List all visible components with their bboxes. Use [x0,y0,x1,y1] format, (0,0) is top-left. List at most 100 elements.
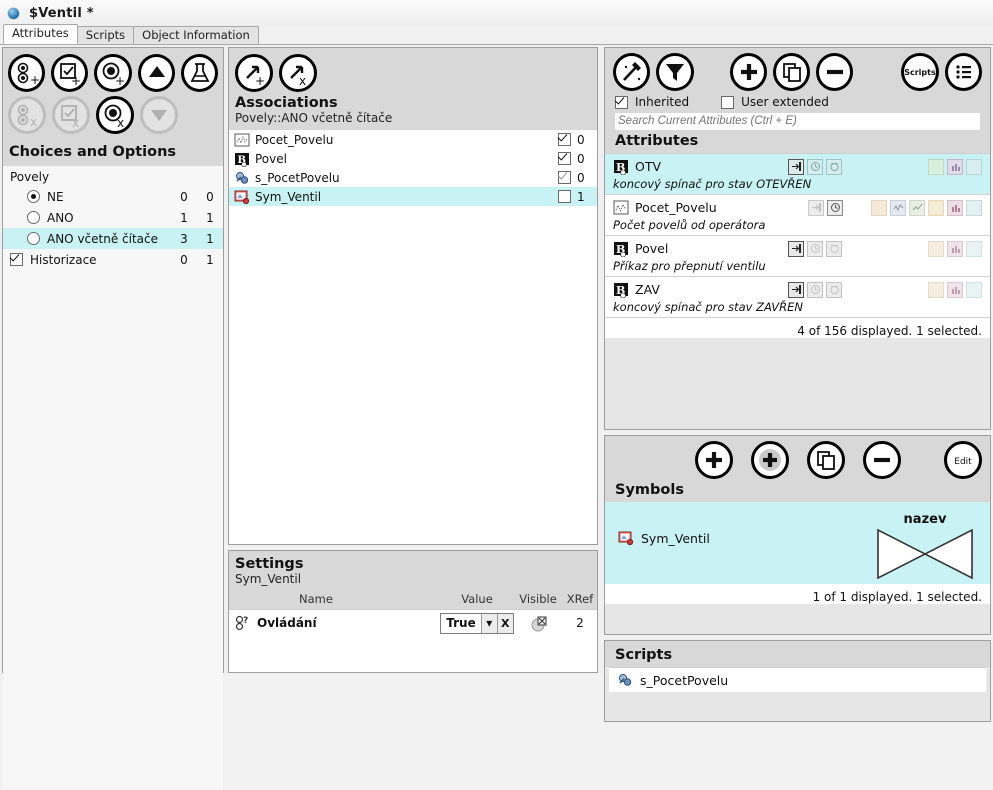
attribute-row-povel[interactable]: B Povel Příkaz pro přepnutí ventilu [605,236,990,277]
column-header-visible: Visible [519,592,557,606]
scripts-heading-block: Scripts [605,641,990,667]
attribute-row-otv[interactable]: B OTV koncový spínač pro stav OTEVŘEN [605,154,990,195]
symbols-list[interactable]: Sym_Ventil nazev [605,502,990,584]
associations-toolbar: + x [235,54,591,92]
input-badge[interactable] [788,240,804,257]
search-wrapper [605,113,990,130]
chart-badge[interactable] [947,199,963,216]
option-count-2: 0 [206,189,214,204]
add-symbol-button[interactable] [694,441,733,479]
trend-badge[interactable] [890,199,906,216]
option-row-ne[interactable]: NE 0 0 [3,186,223,207]
association-checkbox[interactable] [558,133,571,146]
clock-badge[interactable] [807,158,823,175]
option-count-2: 1 [206,210,214,225]
clock-badge[interactable] [827,199,843,216]
add-attribute-button[interactable] [729,53,767,91]
chart-badge[interactable] [947,158,963,175]
grid-badge[interactable] [966,199,982,216]
page-title: $Ventil * [29,5,94,21]
association-label: Pocet_Povelu [255,132,334,147]
value-dropdown[interactable]: True ▾ X [440,612,514,634]
attribute-badges-left [788,158,842,175]
list-icon[interactable] [944,53,982,91]
add-choice-button[interactable]: + [8,54,46,92]
association-row-sym-ventil[interactable]: Sym_Ventil 1 [229,187,597,206]
input-badge[interactable] [788,158,804,175]
levels-badge[interactable] [928,240,944,257]
move-up-button[interactable] [137,54,175,92]
radio-icon[interactable] [27,190,40,203]
attribute-name: OTV [635,159,662,174]
binary-attribute-icon: B [613,241,629,257]
grid-badge[interactable] [966,158,982,175]
input-badge[interactable] [788,281,804,298]
option-row-historizace[interactable]: Historizace 0 1 [3,249,223,270]
settings-column-headers: Name Value Visible XRef [229,590,597,609]
tab-object-information[interactable]: Object Information [133,26,259,44]
remove-symbol-button[interactable] [862,441,901,479]
option-row-ano-vcetne-citace[interactable]: ANO včetně čítače 3 1 [3,228,223,249]
clock-badge [807,240,823,257]
add-value-button[interactable]: + [94,54,132,92]
bars-badge[interactable] [928,199,944,216]
flask-icon[interactable] [180,54,219,92]
chart-badge[interactable] [947,240,963,257]
association-row-pocet-povelu[interactable]: Pocet_Povelu 0 [229,130,597,149]
option-count-1: 1 [180,210,188,225]
column-header-name: Name [299,592,333,606]
association-checkbox[interactable] [558,190,571,203]
remove-association-button[interactable]: x [279,54,317,92]
trend2-badge[interactable] [909,199,925,216]
tab-scripts[interactable]: Scripts [76,26,135,44]
funnel-icon[interactable] [656,53,694,91]
user-extended-checkbox[interactable] [721,95,735,109]
checkbox-icon[interactable] [10,253,23,266]
association-row-povel[interactable]: B Povel 0 [229,149,597,168]
magic-wand-icon[interactable] [613,53,651,91]
levels-badge[interactable] [871,199,887,216]
duplicate-symbol-button[interactable] [806,441,845,479]
attributes-panel: Scripts Inherited User extended Search C… [604,47,991,430]
add-option-button[interactable]: + [51,54,89,92]
search-input[interactable] [615,113,980,130]
application-window: $Ventil * Attributes Scripts Object Info… [0,0,993,790]
delete-choice-button: x [8,96,46,134]
symbols-heading: Symbols [615,482,684,498]
script-row-s-pocetpovelu[interactable]: s_PocetPovelu [609,668,986,692]
association-checkbox[interactable] [558,152,571,165]
radio-icon[interactable] [27,211,40,224]
association-row-s-pocetpovelu[interactable]: s_PocetPovelu 0 [229,168,597,187]
panel-container: + + + x x x Choices and Options Povely N… [0,47,993,790]
settings-panel: Settings Sym_Ventil Name Value Visible X… [228,550,598,673]
grid-badge[interactable] [966,281,982,298]
settings-row-ovladani[interactable]: ? Ovládání True ▾ X 2 [229,609,597,636]
levels-badge[interactable] [928,158,944,175]
scripts-text-icon[interactable]: Scripts [901,53,939,91]
option-row-ano[interactable]: ANO 1 1 [3,207,223,228]
associations-list: Pocet_Povelu 0 B Povel 0 s_PocetPovelu 0… [229,130,597,206]
inherited-checkbox[interactable] [615,95,628,109]
clear-value-button[interactable]: X [496,613,513,633]
add-association-button[interactable]: + [235,54,273,92]
visible-toggle-icon[interactable] [530,615,547,632]
grid-badge[interactable] [966,240,982,257]
attribute-row-zav[interactable]: B ZAV koncový spínač pro stav ZAVŘEN [605,277,990,318]
attribute-row-pocet-povelu[interactable]: Pocet_Povelu Počet povelů od operátora [605,195,990,236]
choices-heading-block: Choices and Options [3,140,223,166]
remove-attribute-button[interactable] [816,53,854,91]
delete-value-button[interactable]: x [96,96,134,134]
attribute-description: koncový spínač pro stav ZAVŘEN [613,300,804,314]
chevron-down-icon[interactable]: ▾ [480,613,497,633]
add-symbol-alt-button[interactable] [750,441,789,479]
chart-badge[interactable] [947,281,963,298]
alarm-badge[interactable] [826,158,842,175]
attribute-badges-right [928,281,982,298]
radio-icon[interactable] [27,232,40,245]
edit-symbol-button[interactable]: Edit [944,441,982,479]
associations-header: + x Associations Povely::ANO včetně číta… [229,48,597,130]
property-question-icon: ? [235,615,251,631]
tab-attributes[interactable]: Attributes [3,24,78,44]
levels-badge[interactable] [928,281,944,298]
duplicate-attribute-button[interactable] [772,53,811,91]
